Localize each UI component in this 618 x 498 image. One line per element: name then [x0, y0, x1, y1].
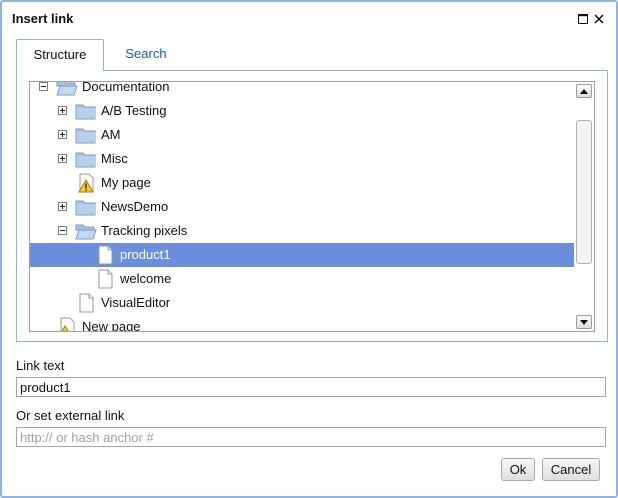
collapse-icon[interactable]	[39, 82, 48, 91]
tree-item-label: welcome	[120, 271, 172, 286]
tree-item-label: A/B Testing	[101, 103, 167, 118]
expand-icon[interactable]	[58, 202, 67, 211]
dialog-title: Insert link	[12, 11, 74, 26]
close-icon[interactable]	[592, 12, 606, 26]
tree-item[interactable]: A/B Testing	[30, 99, 574, 123]
folder-open-icon	[56, 82, 78, 97]
tree-item-label: NewsDemo	[101, 199, 169, 214]
tree-item-label: Misc	[101, 151, 128, 166]
tree-item[interactable]: Documentation	[30, 82, 574, 99]
external-link-input[interactable]	[16, 427, 606, 447]
tree-item[interactable]: welcome	[30, 267, 574, 291]
tree-item-label: My page	[101, 175, 151, 190]
tab-structure[interactable]: Structure	[16, 39, 104, 71]
folder-icon	[75, 149, 97, 169]
cancel-button[interactable]: Cancel	[542, 458, 600, 481]
page-icon	[75, 293, 97, 313]
tree-item-label: AM	[101, 127, 121, 142]
tree-item[interactable]: Misc	[30, 147, 574, 171]
ok-button[interactable]: Ok	[501, 458, 535, 481]
tab-search[interactable]: Search	[112, 39, 180, 71]
arrow-down-icon	[580, 319, 588, 325]
link-text-label: Link text	[16, 358, 65, 373]
page-icon	[94, 245, 116, 265]
tree-item[interactable]: My page	[30, 171, 574, 195]
tree-item[interactable]: Tracking pixels	[30, 219, 574, 243]
tree-item[interactable]: product1	[30, 243, 574, 267]
expand-icon[interactable]	[58, 154, 67, 163]
link-text-input[interactable]	[16, 377, 606, 397]
folder-open-icon	[75, 221, 97, 241]
folder-icon	[75, 125, 97, 145]
scroll-up-button[interactable]	[576, 84, 592, 98]
expand-icon[interactable]	[58, 130, 67, 139]
tree-item-label: New page	[82, 319, 141, 331]
tree-item-label: Documentation	[82, 82, 170, 94]
arrow-up-icon	[580, 88, 588, 94]
folder-icon	[75, 197, 97, 217]
tree-item-label: product1	[120, 247, 171, 262]
page-icon	[94, 269, 116, 289]
structure-tab-panel: Documentation A/B Testing AM Misc My page New…	[16, 70, 608, 342]
scrollbar-thumb[interactable]	[576, 120, 592, 264]
page-tree: Documentation A/B Testing AM Misc My page New…	[29, 81, 595, 332]
tree-item[interactable]: AM	[30, 123, 574, 147]
tree-item[interactable]: NewsDemo	[30, 195, 574, 219]
tree-viewport[interactable]: Documentation A/B Testing AM Misc My page New…	[30, 82, 574, 331]
tree-item-label: VisualEditor	[101, 295, 171, 310]
collapse-icon[interactable]	[58, 226, 67, 235]
tree-scrollbar[interactable]	[574, 82, 594, 331]
expand-icon[interactable]	[58, 106, 67, 115]
dialog-titlebar[interactable]: Insert link	[2, 2, 616, 36]
external-link-label: Or set external link	[16, 408, 125, 423]
maximize-icon[interactable]	[576, 12, 590, 26]
tree-item[interactable]: New page	[30, 315, 574, 331]
warning-icon	[75, 173, 97, 193]
tree-item[interactable]: VisualEditor	[30, 291, 574, 315]
insert-link-dialog: Insert link Structure Search Documentati…	[0, 0, 618, 498]
tree-item-label: Tracking pixels	[101, 223, 188, 238]
scroll-down-button[interactable]	[576, 315, 592, 329]
folder-icon	[75, 101, 97, 121]
page-warning-icon	[56, 317, 78, 331]
